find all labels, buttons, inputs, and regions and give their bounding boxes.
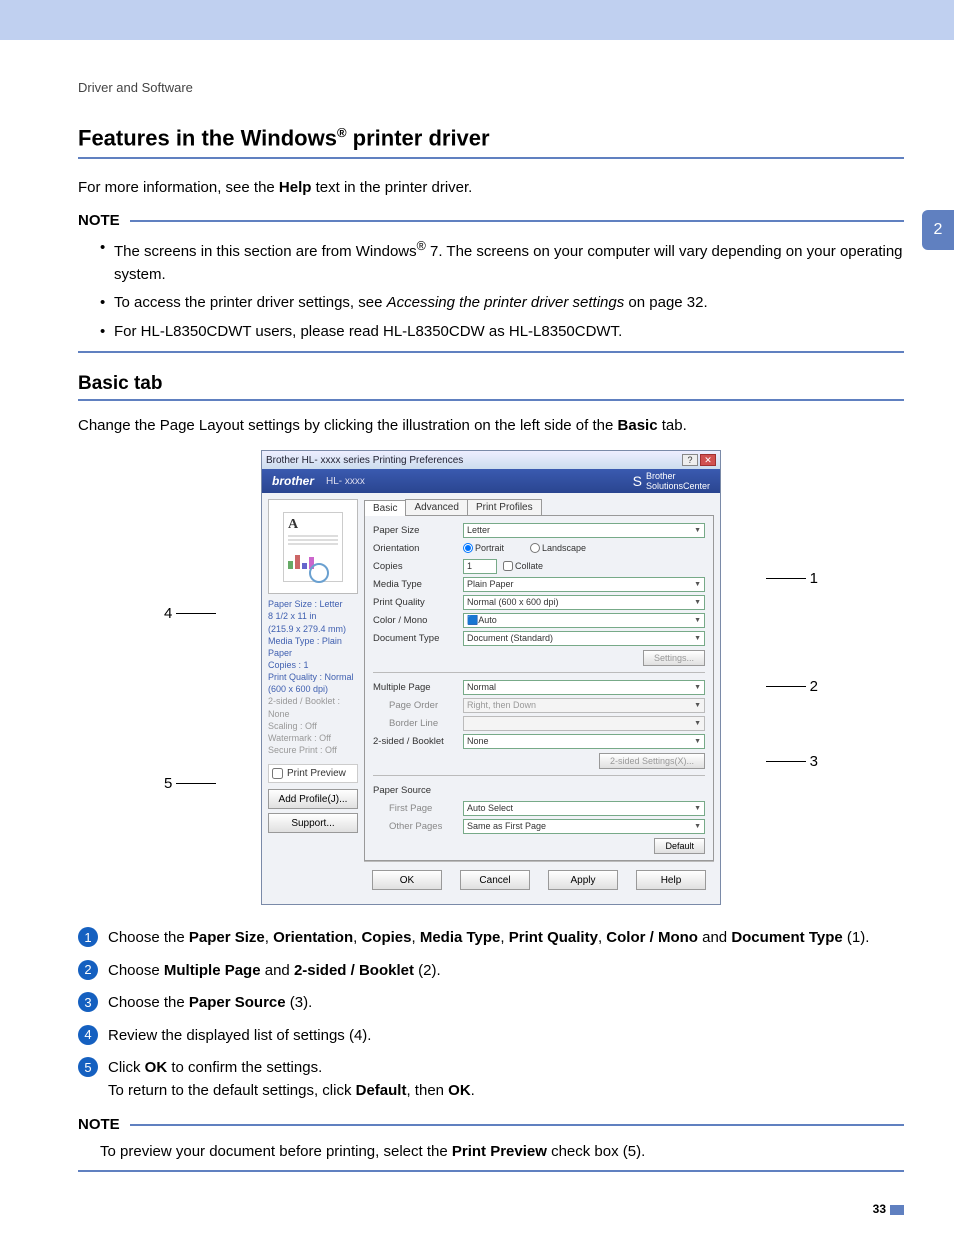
other-pages-select[interactable]: Same as First Page▼ xyxy=(463,819,705,834)
label-two-sided: 2-sided / Booklet xyxy=(373,736,463,747)
label-orientation: Orientation xyxy=(373,543,463,554)
titlebar: Brother HL- xxxx series Printing Prefere… xyxy=(262,451,720,469)
solutions-center-link[interactable]: S BrotherSolutionsCenter xyxy=(633,471,710,491)
print-preview-input[interactable] xyxy=(272,768,283,779)
model-label: HL- xxxx xyxy=(326,476,365,487)
apply-button[interactable]: Apply xyxy=(548,870,618,890)
first-page-select[interactable]: Auto Select▼ xyxy=(463,801,705,816)
page-order-select: Right, then Down▼ xyxy=(463,698,705,713)
doc-type-select[interactable]: Document (Standard)▼ xyxy=(463,631,705,646)
dialog-diagram: 4 5 1 2 3 Brother HL- xxxx series Printi… xyxy=(206,450,776,905)
section-title: Basic tab xyxy=(78,373,904,401)
callout-1: 1 xyxy=(810,570,818,587)
intro-text: For more information, see the Help text … xyxy=(78,177,904,198)
label-page-order: Page Order xyxy=(373,700,463,711)
tab-advanced[interactable]: Advanced xyxy=(405,499,467,515)
default-button[interactable]: Default xyxy=(654,838,705,854)
paper-size-select[interactable]: Letter▼ xyxy=(463,523,705,538)
settings-summary: Paper Size : Letter 8 1/2 x 11 in (215.9… xyxy=(268,598,358,756)
section-intro: Change the Page Layout settings by click… xyxy=(78,415,904,436)
step-badge-4: 4 xyxy=(78,1025,98,1045)
print-preview-checkbox[interactable]: Print Preview xyxy=(268,764,358,783)
help-icon[interactable]: ? xyxy=(682,454,698,466)
two-sided-select[interactable]: None▼ xyxy=(463,734,705,749)
note-list: The screens in this section are from Win… xyxy=(78,237,904,343)
settings-button[interactable]: Settings... xyxy=(643,650,705,666)
top-accent-bar xyxy=(0,0,954,40)
close-icon[interactable]: ✕ xyxy=(700,454,716,466)
page-title: Features in the Windows® printer driver xyxy=(78,125,904,159)
note-bottom-rule xyxy=(78,351,904,353)
brother-logo: brother xyxy=(272,474,314,488)
ok-button[interactable]: OK xyxy=(372,870,442,890)
add-profile-button[interactable]: Add Profile(J)... xyxy=(268,789,358,809)
step-badge-2: 2 xyxy=(78,960,98,980)
print-quality-select[interactable]: Normal (600 x 600 dpi)▼ xyxy=(463,595,705,610)
support-button[interactable]: Support... xyxy=(268,813,358,833)
color-mono-select[interactable]: 🟦 Auto▼ xyxy=(463,613,705,628)
callout-3: 3 xyxy=(810,753,818,770)
tab-basic[interactable]: Basic xyxy=(364,500,406,516)
label-other-pages: Other Pages xyxy=(373,821,463,832)
multiple-page-select[interactable]: Normal▼ xyxy=(463,680,705,695)
label-media-type: Media Type xyxy=(373,579,463,590)
chapter-tab: 2 xyxy=(922,210,954,250)
note2-heading: NOTE xyxy=(78,1116,120,1133)
label-first-page: First Page xyxy=(373,803,463,814)
step-badge-5: 5 xyxy=(78,1057,98,1077)
label-multiple-page: Multiple Page xyxy=(373,682,463,693)
copies-input[interactable]: 1 xyxy=(463,559,497,574)
border-line-select: ▼ xyxy=(463,716,705,731)
label-border-line: Border Line xyxy=(373,718,463,729)
landscape-radio[interactable]: Landscape xyxy=(530,543,586,553)
step-badge-3: 3 xyxy=(78,992,98,1012)
titlebar-title: Brother HL- xxxx series Printing Prefere… xyxy=(266,455,463,466)
callout-5: 5 xyxy=(164,775,172,792)
tab-print-profiles[interactable]: Print Profiles xyxy=(467,499,542,515)
steps-list: 1Choose the Paper Size, Orientation, Cop… xyxy=(78,927,904,1102)
collate-checkbox[interactable]: Collate xyxy=(503,561,543,571)
breadcrumb: Driver and Software xyxy=(78,80,904,95)
page-number: 33 xyxy=(78,1202,904,1216)
page-preview[interactable]: A xyxy=(268,499,358,594)
help-button[interactable]: Help xyxy=(636,870,706,890)
label-copies: Copies xyxy=(373,561,463,572)
label-paper-size: Paper Size xyxy=(373,525,463,536)
print-preferences-dialog: Brother HL- xxxx series Printing Prefere… xyxy=(261,450,721,905)
step-badge-1: 1 xyxy=(78,927,98,947)
label-doc-type: Document Type xyxy=(373,633,463,644)
callout-4: 4 xyxy=(164,605,172,622)
note2-text: To preview your document before printing… xyxy=(78,1141,904,1164)
callout-2: 2 xyxy=(810,678,818,695)
label-print-quality: Print Quality xyxy=(373,597,463,608)
chevron-down-icon: ▼ xyxy=(694,527,701,534)
label-paper-source: Paper Source xyxy=(373,785,463,796)
brand-bar: brother HL- xxxx S BrotherSolutionsCente… xyxy=(262,469,720,493)
media-type-select[interactable]: Plain Paper▼ xyxy=(463,577,705,592)
note-rule xyxy=(130,220,904,222)
cancel-button[interactable]: Cancel xyxy=(460,870,530,890)
label-color-mono: Color / Mono xyxy=(373,615,463,626)
note-heading: NOTE xyxy=(78,212,120,229)
two-sided-settings-button[interactable]: 2-sided Settings(X)... xyxy=(599,753,705,769)
portrait-radio[interactable]: Portrait xyxy=(463,543,504,553)
tabs: Basic Advanced Print Profiles xyxy=(364,499,714,516)
